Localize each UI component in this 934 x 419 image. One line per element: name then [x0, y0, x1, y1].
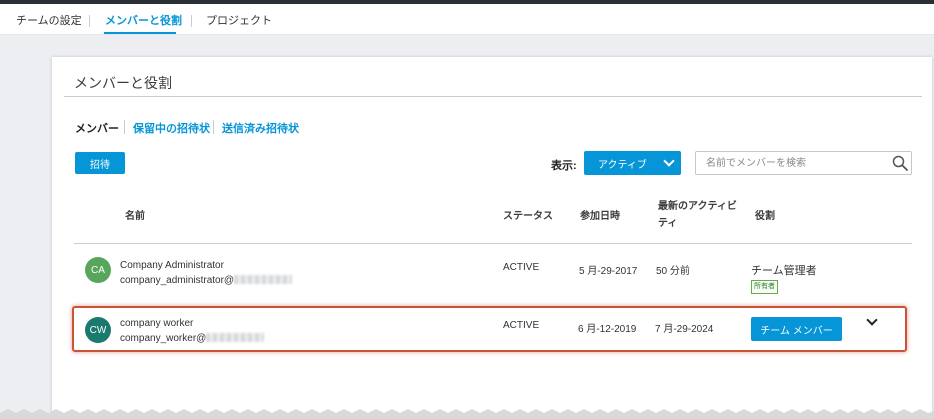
member-joined-date: 6 月-12-2019 [578, 324, 637, 335]
chevron-down-icon [663, 155, 675, 167]
member-email: company_administrator@ [120, 275, 293, 286]
member-email: company_worker@ [120, 333, 265, 344]
redacted-domain [206, 333, 265, 342]
member-search-input[interactable] [696, 152, 886, 174]
card-title: メンバーと役割 [74, 75, 172, 91]
member-status: ACTIVE [503, 262, 540, 273]
top-navigation: チームの設定 メンバーと役割 プロジェクト [0, 4, 934, 35]
avatar: CA [85, 257, 111, 283]
tab-members-and-roles[interactable]: メンバーと役割 [105, 12, 182, 28]
redacted-domain [234, 275, 293, 284]
column-header-latest-activity[interactable]: 最新のアクティビ ティ [658, 198, 737, 232]
column-header-latest-activity-line1: 最新のアクティビ [658, 201, 737, 212]
member-email-text: company_administrator@ [120, 275, 235, 286]
column-header-role[interactable]: 役割 [755, 207, 775, 222]
member-role: チーム管理者 [751, 265, 817, 277]
member-last-activity: 50 分前 [656, 266, 690, 277]
column-header-status[interactable]: ステータス [503, 207, 553, 222]
status-filter-value: アクティブ [598, 159, 647, 171]
subtab-sent-invitations[interactable]: 送信済み招待状 [222, 120, 299, 136]
tab-divider [191, 15, 192, 27]
member-name: Company Administrator [120, 260, 224, 271]
owner-badge: 所有者 [751, 280, 778, 294]
role-select-button[interactable]: チーム メンバー [751, 317, 842, 341]
subtab-divider [213, 120, 214, 134]
member-name: company worker [120, 318, 194, 329]
torn-edge [0, 409, 934, 419]
tab-divider [89, 15, 90, 27]
title-divider [64, 96, 922, 97]
column-header-name[interactable]: 名前 [125, 207, 145, 222]
show-filter-label: 表示: [551, 160, 577, 172]
invite-button[interactable]: 招待 [75, 152, 125, 174]
member-email-text: company_worker@ [120, 333, 207, 344]
member-search-box [695, 151, 912, 175]
active-tab-underline [104, 32, 176, 34]
subtab-pending-invitations[interactable]: 保留中の招待状 [133, 120, 210, 136]
search-icon[interactable] [891, 154, 909, 172]
tab-team-settings[interactable]: チームの設定 [16, 12, 82, 28]
column-header-joined[interactable]: 参加日時 [580, 207, 620, 222]
subtab-divider [124, 120, 125, 134]
member-joined-date: 5 月-29-2017 [579, 266, 638, 277]
column-header-latest-activity-line2: ティ [658, 218, 678, 229]
member-status: ACTIVE [503, 320, 540, 331]
subtab-members[interactable]: メンバー [75, 120, 119, 136]
member-last-activity: 7 月-29-2024 [655, 324, 714, 335]
tab-projects[interactable]: プロジェクト [206, 12, 272, 28]
status-filter-dropdown[interactable]: アクティブ [584, 151, 681, 175]
avatar: CW [85, 317, 111, 343]
table-header-divider [74, 243, 912, 244]
members-card [52, 57, 932, 419]
